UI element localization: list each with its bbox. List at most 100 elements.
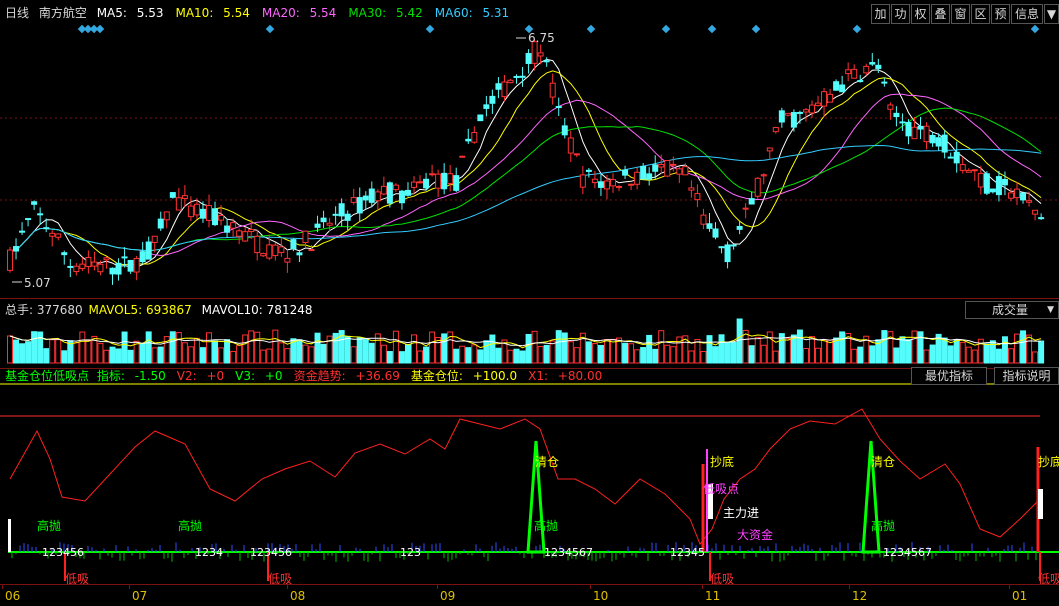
volume-bar — [344, 335, 351, 364]
volume-bar — [591, 343, 598, 364]
volume-bar — [983, 343, 990, 364]
volume-bar — [561, 332, 568, 364]
volume-bar — [555, 330, 562, 364]
toolbar-overlay-button[interactable]: 叠 — [931, 4, 950, 24]
date-axis-tick — [702, 585, 703, 589]
candle-body — [386, 182, 393, 204]
ma-item: MA20: 5.54 — [262, 6, 342, 20]
candle-body — [37, 213, 44, 216]
indicator-item: 指标: -1.50 — [97, 369, 172, 383]
volume-bar — [121, 331, 128, 364]
candle-body — [453, 175, 460, 191]
volume-bar — [254, 331, 261, 364]
candle-body — [169, 192, 176, 198]
ma10-line — [9, 70, 1042, 266]
candle-body — [863, 65, 870, 74]
volume-bar — [923, 349, 930, 364]
toolbar-rights-button[interactable]: 权 — [911, 4, 930, 24]
volume-bar — [965, 346, 972, 364]
candle-body — [941, 134, 948, 153]
ma-item: MA10: 5.54 — [175, 6, 255, 20]
toolbar-add-button[interactable]: 加 — [871, 4, 890, 24]
candle-body — [802, 109, 809, 113]
volume-bar — [634, 349, 641, 364]
candle-body — [664, 160, 671, 177]
candle-body — [115, 262, 122, 275]
candle-body — [549, 82, 556, 98]
countdown-number-label: 123 — [400, 546, 421, 559]
toolbar-window-button[interactable]: 窗 — [951, 4, 970, 24]
volume-bar — [483, 340, 490, 364]
volume-selector-dropdown[interactable]: 成交量 ▼ — [965, 301, 1059, 319]
volume-bar — [272, 329, 279, 364]
candle-body — [224, 225, 231, 233]
volume-bar — [411, 334, 418, 364]
volume-bar — [628, 343, 635, 364]
volume-bar — [85, 340, 92, 364]
candle-body — [350, 197, 357, 203]
volume-bar — [839, 331, 846, 364]
volume-bar — [941, 337, 948, 364]
toolbar-forecast-button[interactable]: 预 — [991, 4, 1010, 24]
sell-high-label: 高抛 — [534, 518, 558, 533]
best-indicator-button[interactable]: 最优指标 — [911, 367, 987, 385]
low-buy-point-label: 低吸点 — [703, 482, 739, 496]
volume-bar — [441, 333, 448, 364]
volume-bar — [362, 339, 369, 364]
ma-item: MA30: 5.42 — [348, 6, 428, 20]
volume-panel[interactable]: 总手: 377680 MAVOL5: 693867 MAVOL10: 78124… — [0, 298, 1059, 368]
candle-body — [362, 195, 369, 201]
candle-body — [845, 69, 852, 75]
indicator-item: 基金仓位: +100.0 — [411, 369, 523, 383]
candle-body — [555, 106, 562, 109]
signal-diamond-marker — [586, 24, 596, 34]
indicator-chart[interactable]: 高抛 高抛 高抛 高抛低吸 低吸 低吸 低吸清仓 清仓抄底 抄底低吸点主力进大资金123456 1… — [0, 369, 1059, 585]
ma5-line — [9, 58, 1042, 268]
ma-label: MA5: — [96, 6, 127, 20]
volume-bar — [670, 346, 677, 364]
volume-bar — [205, 332, 212, 364]
volume-bar — [127, 349, 134, 364]
indicator-help-button[interactable]: 指标说明 — [994, 367, 1059, 385]
indicator-panel[interactable]: 高抛 高抛 高抛 高抛 低吸 低吸 低吸 低吸 清仓 清仓 抄底 抄底 低吸点 主力进 大资金 123456 1… — [0, 367, 1059, 585]
toolbar-menu-button[interactable]: ▼ — [1044, 4, 1059, 24]
candle-body — [109, 267, 116, 275]
toolbar-info-button[interactable]: 信息 — [1011, 4, 1043, 24]
candle-body — [278, 246, 285, 253]
date-axis-label: 01 — [1012, 589, 1028, 603]
candle-body — [404, 189, 411, 196]
candle-body — [79, 263, 86, 270]
candle-body — [31, 201, 38, 205]
indicator-item-label: 指标: — [96, 369, 125, 383]
volume-bar — [706, 335, 713, 364]
candle-body — [380, 185, 387, 195]
volume-bar — [573, 347, 580, 364]
volume-bar — [893, 347, 900, 364]
candle-body — [893, 112, 900, 118]
indicator-values: 指标: -1.50 V2: +0 V3: +0 资金趋势: +36.69 基金仓位: +… — [97, 369, 613, 383]
volume-bar — [947, 345, 954, 364]
volume-bar — [423, 346, 430, 364]
candle-body — [808, 104, 815, 114]
volume-bar — [808, 336, 815, 364]
volume-bar — [296, 339, 303, 364]
candlestick-chart[interactable]: 6.75 5.07 — [0, 0, 1059, 298]
toolbar-function-button[interactable]: 功 — [891, 4, 910, 24]
volume-bar — [1038, 340, 1045, 364]
candle-body — [356, 197, 363, 214]
candle-body — [290, 239, 297, 250]
volume-bar — [103, 349, 110, 364]
candle-body — [718, 246, 725, 249]
toolbar-range-button[interactable]: 区 — [971, 4, 990, 24]
candle-body — [640, 165, 647, 180]
candle-body — [181, 195, 188, 200]
candle-body — [790, 112, 797, 128]
indicator-item-value: +36.69 — [351, 369, 400, 383]
candlestick-panel[interactable]: 6.75 5.07 日线 南方航空 MA5: 5.53 MA10: 5.54 MA20… — [0, 0, 1059, 298]
volume-bar — [815, 347, 822, 364]
white-signal-bar — [8, 519, 11, 552]
volume-bar — [899, 336, 906, 364]
candle-body — [778, 110, 785, 123]
date-axis-label: 10 — [593, 589, 609, 603]
volume-bar — [212, 340, 219, 364]
